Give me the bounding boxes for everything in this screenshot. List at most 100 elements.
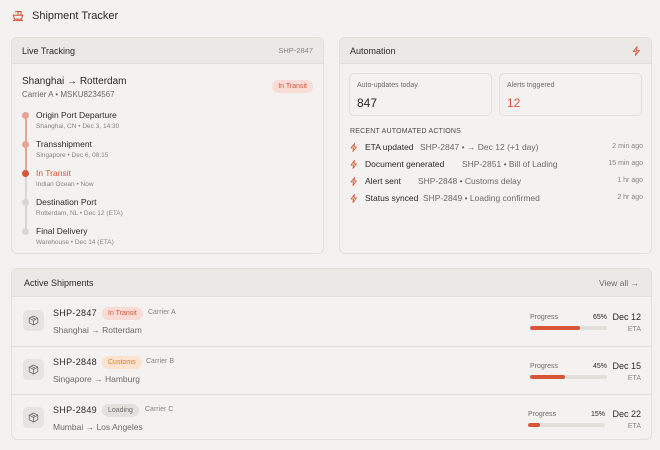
shipment-id: SHP-2849 bbox=[53, 405, 97, 415]
status-badge: Customs bbox=[102, 356, 142, 369]
action-name: Alert sent bbox=[365, 176, 401, 186]
shipment-id: SHP-2847 bbox=[53, 308, 97, 318]
automation-title: Automation bbox=[350, 45, 396, 56]
shipment-route: Shanghai → Rotterdam bbox=[53, 325, 142, 335]
action-time: 15 min ago bbox=[608, 160, 643, 167]
bolt-icon bbox=[350, 160, 357, 169]
action-detail: SHP-2847 • → Dec 12 (+1 day) bbox=[420, 142, 539, 152]
shipment-route: Singapore → Hamburg bbox=[53, 374, 140, 384]
action-detail: SHP-2848 • Customs delay bbox=[418, 176, 522, 186]
step-dot-icon bbox=[22, 141, 29, 148]
carrier-name: Carrier B bbox=[146, 358, 175, 365]
timeline-step: Origin Port Departure Shanghai, CN • Dec… bbox=[22, 110, 312, 138]
stat-label: Alerts triggered bbox=[507, 82, 555, 89]
eta-label: ETA bbox=[627, 326, 641, 333]
active-shipments-header: Active Shipments View all → bbox=[12, 269, 651, 297]
action-row[interactable]: ETA updated SHP-2847 • → Dec 12 (+1 day)… bbox=[350, 142, 643, 156]
shipment-row[interactable]: SHP-2849 Loading Carrier C Mumbai → Los … bbox=[12, 394, 651, 439]
live-tracking-card: Live Tracking SHP-2847 Shanghai → Rotter… bbox=[11, 37, 324, 254]
eta-date: Dec 22 bbox=[612, 409, 641, 419]
live-tracking-header: Live Tracking SHP-2847 bbox=[12, 38, 323, 64]
timeline-step-current: In Transit Indian Ocean • Now bbox=[22, 168, 312, 196]
stat-label: Auto-updates today bbox=[357, 82, 418, 89]
action-detail: SHP-2849 • Loading confirmed bbox=[423, 193, 540, 203]
app-header: Shipment Tracker bbox=[0, 0, 660, 32]
eta-date: Dec 15 bbox=[612, 361, 641, 371]
carrier-name: Carrier C bbox=[145, 406, 174, 413]
timeline-step: Transshipment Singapore • Dec 6, 08:15 bbox=[22, 139, 312, 167]
action-name: Document generated bbox=[365, 159, 445, 169]
progress-label: Progress bbox=[528, 411, 557, 418]
progress-bar bbox=[530, 326, 607, 330]
step-dot-icon bbox=[22, 228, 29, 235]
action-name: ETA updated bbox=[365, 142, 414, 152]
shipment-route: Mumbai → Los Angeles bbox=[53, 422, 143, 432]
action-row[interactable]: Document generated SHP-2851 • Bill of La… bbox=[350, 159, 643, 173]
action-detail: SHP-2851 • Bill of Lading bbox=[462, 159, 558, 169]
action-time: 2 hr ago bbox=[617, 194, 643, 201]
step-name: In Transit bbox=[36, 168, 71, 178]
progress-fill bbox=[528, 423, 540, 427]
progress-percent: 65% bbox=[592, 314, 607, 321]
progress-percent: 45% bbox=[592, 363, 607, 370]
stat-value: 847 bbox=[357, 96, 378, 110]
step-meta: Singapore • Dec 6, 08:15 bbox=[36, 152, 109, 159]
eta-date: Dec 12 bbox=[612, 312, 641, 322]
stat-auto-updates: Auto-updates today 847 bbox=[349, 73, 492, 116]
progress-bar bbox=[530, 375, 607, 379]
eta-label: ETA bbox=[627, 423, 641, 430]
bolt-icon bbox=[350, 177, 357, 186]
bolt-icon bbox=[350, 194, 357, 203]
active-shipments-card: Active Shipments View all → SHP-2847 In … bbox=[11, 268, 652, 440]
active-shipments-title: Active Shipments bbox=[24, 277, 94, 288]
action-name: Status synced bbox=[365, 193, 419, 203]
progress-percent: 15% bbox=[590, 411, 605, 418]
step-meta: Shanghai, CN • Dec 3, 14:30 bbox=[36, 123, 120, 130]
step-name: Final Delivery bbox=[36, 226, 88, 236]
view-all-link[interactable]: View all → bbox=[599, 278, 639, 288]
package-icon bbox=[23, 359, 44, 380]
recent-actions-label: RECENT AUTOMATED ACTIONS bbox=[350, 128, 461, 135]
progress-label: Progress bbox=[530, 363, 559, 370]
package-icon bbox=[23, 310, 44, 331]
step-name: Transshipment bbox=[36, 139, 92, 149]
step-meta: Warehouse • Dec 14 (ETA) bbox=[36, 239, 114, 246]
shipment-id: SHP-2848 bbox=[53, 357, 97, 367]
step-name: Origin Port Departure bbox=[36, 110, 117, 120]
eta-label: ETA bbox=[627, 375, 641, 382]
timeline-step: Final Delivery Warehouse • Dec 14 (ETA) bbox=[22, 226, 312, 253]
step-dot-icon bbox=[22, 170, 29, 177]
carrier-container-line: Carrier A • MSKU8234567 bbox=[22, 90, 115, 99]
step-dot-icon bbox=[22, 199, 29, 206]
shipment-row[interactable]: SHP-2847 In Transit Carrier A Shanghai →… bbox=[12, 298, 651, 346]
step-meta: Rotterdam, NL • Dec 12 (ETA) bbox=[36, 210, 123, 217]
timeline-step: Destination Port Rotterdam, NL • Dec 12 … bbox=[22, 197, 312, 225]
bolt-icon bbox=[350, 143, 357, 152]
status-badge: In Transit bbox=[102, 307, 143, 320]
action-time: 2 min ago bbox=[612, 143, 643, 150]
app-title: Shipment Tracker bbox=[32, 10, 119, 22]
automation-card: Automation Auto-updates today 847 Alerts… bbox=[339, 37, 652, 254]
bolt-icon[interactable] bbox=[632, 45, 641, 56]
stat-value: 12 bbox=[507, 96, 521, 110]
progress-fill bbox=[530, 326, 581, 330]
stat-alerts-triggered: Alerts triggered 12 bbox=[499, 73, 642, 116]
route-title: Shanghai → Rotterdam bbox=[22, 76, 127, 87]
progress-label: Progress bbox=[530, 314, 559, 321]
step-dot-icon bbox=[22, 112, 29, 119]
package-icon bbox=[23, 407, 44, 428]
shipment-row[interactable]: SHP-2848 Customs Carrier B Singapore → H… bbox=[12, 346, 651, 394]
action-row[interactable]: Alert sent SHP-2848 • Customs delay 1 hr… bbox=[350, 176, 643, 190]
action-row[interactable]: Status synced SHP-2849 • Loading confirm… bbox=[350, 193, 643, 207]
carrier-name: Carrier A bbox=[148, 309, 176, 316]
progress-fill bbox=[530, 375, 565, 379]
ship-icon bbox=[12, 10, 24, 22]
step-name: Destination Port bbox=[36, 197, 97, 207]
action-time: 1 hr ago bbox=[617, 177, 643, 184]
status-badge: Loading bbox=[102, 404, 139, 417]
step-meta: Indian Ocean • Now bbox=[36, 181, 94, 188]
progress-bar bbox=[528, 423, 605, 427]
status-badge: In Transit bbox=[272, 80, 313, 93]
automation-header: Automation bbox=[340, 38, 651, 64]
tracked-shipment-id: SHP-2847 bbox=[278, 46, 313, 55]
